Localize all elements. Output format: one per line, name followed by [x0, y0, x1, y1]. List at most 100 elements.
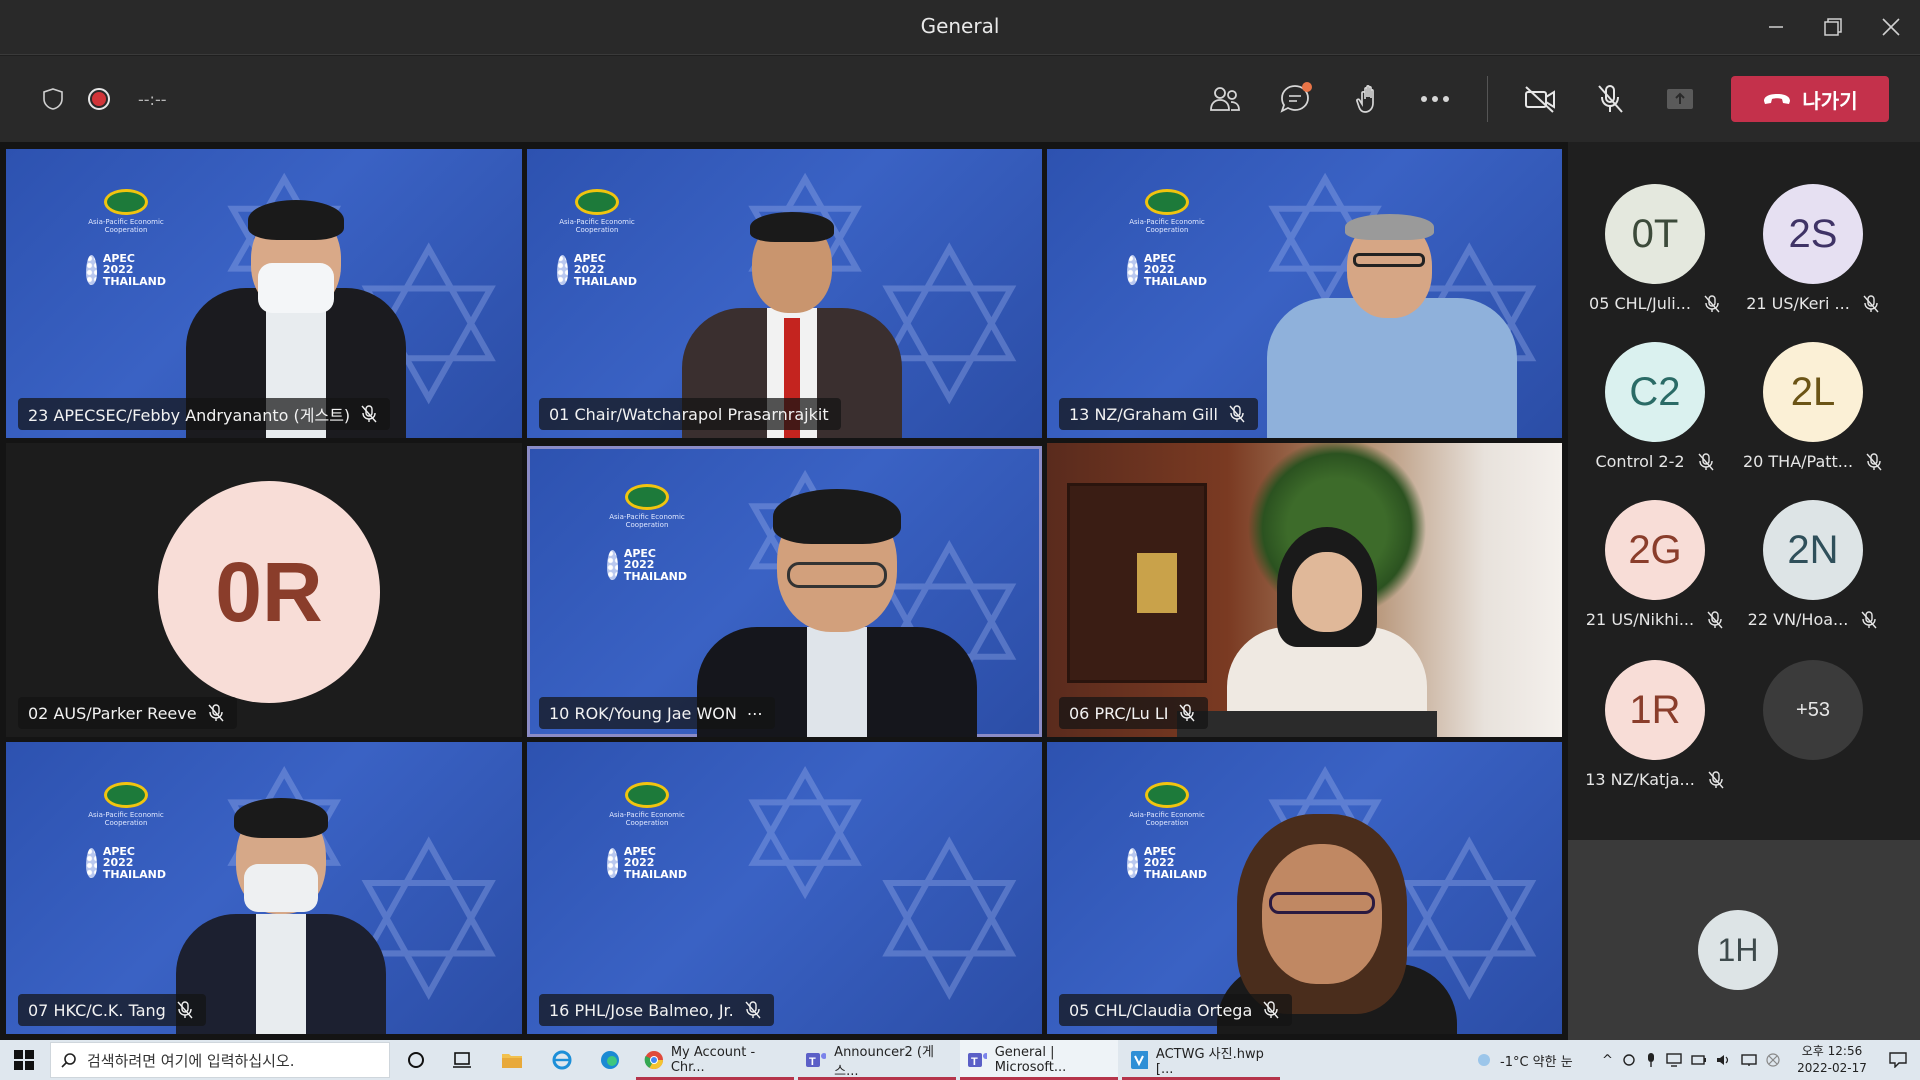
mic-off-icon	[361, 405, 377, 423]
windows-logo-icon	[14, 1050, 34, 1070]
participant-name-label: 05 CHL/Claudia Ortega	[1059, 994, 1293, 1026]
apec-logo: Asia-Pacific Economic Cooperation APEC 2…	[607, 782, 687, 880]
mic-off-icon	[1704, 294, 1720, 312]
mic-off-icon	[1707, 610, 1723, 628]
taskbar-app-chrome[interactable]: My Account - Chr...	[636, 1040, 794, 1080]
apec-logo: Asia-Pacific Economic Cooperation APEC 2…	[557, 189, 637, 287]
apec-logo: Asia-Pacific Economic Cooperation APEC 2…	[1127, 782, 1207, 880]
video-tile[interactable]: Asia-Pacific Economic Cooperation APEC 2…	[6, 149, 522, 438]
hwp-document-icon	[1131, 1051, 1148, 1069]
roster-participant[interactable]: 2L 20 THA/Patt...	[1738, 342, 1888, 471]
start-button[interactable]	[2, 1040, 46, 1080]
participant-avatar: 1R	[1605, 660, 1705, 760]
participant-roster: 0T 05 CHL/Juli... 2S 21 US/Keri ... C2 C…	[1568, 142, 1920, 1040]
participant-more-options-button[interactable]: ⋯	[747, 704, 763, 723]
taskbar-app-hwp[interactable]: ACTWG 사진.hwp [...	[1122, 1040, 1280, 1080]
participant-video	[1217, 507, 1437, 737]
window-title: General	[920, 14, 1000, 38]
mic-off-icon	[208, 704, 224, 722]
folder-icon	[502, 1054, 522, 1068]
taskbar-app-teams-general[interactable]: T General | Microsoft...	[960, 1040, 1118, 1080]
video-tile[interactable]: Asia-Pacific Economic Cooperation APEC 2…	[527, 149, 1042, 438]
self-avatar: 1H	[1698, 910, 1778, 990]
teams-icon: T	[806, 1053, 827, 1068]
roster-participant[interactable]: C2 Control 2-2	[1580, 342, 1730, 471]
roster-participant[interactable]: 0T 05 CHL/Juli...	[1580, 184, 1730, 313]
minimize-icon	[1769, 26, 1783, 28]
mic-toggle-button[interactable]	[1592, 82, 1628, 116]
apec-logo: Asia-Pacific Economic Cooperation APEC 2…	[86, 782, 166, 880]
more-actions-button[interactable]	[1418, 82, 1452, 116]
participant-avatar: 2G	[1605, 500, 1705, 600]
taskbar-app-teams-announcer[interactable]: T Announcer2 (게스...	[798, 1040, 956, 1080]
leave-label: 나가기	[1802, 88, 1858, 113]
weather-snow-icon	[1478, 1054, 1490, 1066]
raise-hand-button[interactable]	[1348, 82, 1382, 116]
leave-button[interactable]: 나가기	[1731, 76, 1889, 122]
shield-icon	[43, 88, 63, 110]
cortana-button[interactable]	[394, 1040, 438, 1080]
participant-name-label: 02 AUS/Parker Reeve	[18, 697, 237, 729]
network-icon[interactable]	[1741, 1053, 1757, 1067]
display-icon[interactable]	[1666, 1053, 1682, 1067]
restore-icon	[1824, 18, 1842, 36]
more-icon	[1421, 96, 1449, 102]
self-preview-tile[interactable]: 1H	[1568, 840, 1920, 1040]
award-plaque	[1137, 553, 1177, 613]
participants-button[interactable]	[1208, 82, 1242, 116]
roster-participant[interactable]: 1R 13 NZ/Katja...	[1580, 660, 1730, 789]
video-tile[interactable]: Asia-Pacific Economic Cooperation APEC 2…	[1047, 742, 1562, 1034]
file-explorer-button[interactable]	[490, 1040, 534, 1080]
language-icon[interactable]	[1766, 1053, 1780, 1067]
meet-now-icon[interactable]	[1622, 1053, 1636, 1067]
chevron-up-icon[interactable]: ^	[1602, 1053, 1613, 1068]
mic-off-icon	[1698, 452, 1714, 470]
task-view-icon	[453, 1052, 471, 1068]
chrome-icon	[644, 1051, 663, 1070]
video-tile[interactable]: Asia-Pacific Economic Cooperation APEC 2…	[6, 742, 522, 1034]
mic-off-icon	[745, 1001, 761, 1019]
chat-button[interactable]	[1278, 82, 1312, 116]
security-shield-button[interactable]	[40, 86, 66, 112]
video-tile[interactable]: 06 PRC/Lu LI	[1047, 443, 1562, 737]
edge-browser-button[interactable]	[588, 1040, 632, 1080]
close-button[interactable]	[1868, 8, 1914, 46]
mic-off-icon	[177, 1001, 193, 1019]
ie-browser-button[interactable]	[540, 1040, 584, 1080]
camera-off-icon	[1525, 86, 1555, 113]
battery-icon[interactable]	[1691, 1053, 1707, 1067]
more-participants-count[interactable]: +53	[1763, 660, 1863, 760]
notification-center-button[interactable]	[1876, 1040, 1920, 1080]
task-view-button[interactable]	[440, 1040, 484, 1080]
system-tray: -1°C 약한 눈	[1476, 1040, 1573, 1080]
video-tile[interactable]: Asia-Pacific Economic Cooperation APEC 2…	[1047, 149, 1562, 438]
roster-participant[interactable]: 2G 21 US/Nikhi...	[1580, 500, 1730, 629]
title-bar: General	[0, 0, 1920, 55]
participant-avatar: 2L	[1763, 342, 1863, 442]
video-tile[interactable]: Asia-Pacific Economic Cooperation APEC 2…	[527, 742, 1042, 1034]
mic-off-icon	[1263, 1001, 1279, 1019]
tray-icons: ^	[1602, 1040, 1780, 1080]
notification-icon	[1889, 1052, 1907, 1068]
mic-off-icon	[1863, 294, 1879, 312]
weather-text[interactable]: -1°C 약한 눈	[1500, 1051, 1573, 1070]
speaker-icon[interactable]	[1716, 1053, 1732, 1067]
microphone-icon[interactable]	[1645, 1052, 1657, 1068]
mic-off-icon	[1866, 452, 1882, 470]
video-tile-active-speaker[interactable]: Asia-Pacific Economic Cooperation APEC 2…	[527, 446, 1042, 737]
roster-participant[interactable]: 2N 22 VN/Hoa...	[1738, 500, 1888, 629]
share-screen-button[interactable]	[1662, 82, 1698, 116]
roster-participant[interactable]: 2S 21 US/Keri ...	[1738, 184, 1888, 313]
apec-logo: Asia-Pacific Economic Cooperation APEC 2…	[86, 189, 166, 287]
show-more-participants-button[interactable]: +53	[1738, 660, 1888, 760]
video-tile[interactable]: 0R 02 AUS/Parker Reeve	[6, 443, 522, 737]
taskbar-clock[interactable]: 오후 12:56 2022-02-17	[1792, 1043, 1872, 1077]
participant-avatar: 0T	[1605, 184, 1705, 284]
toolbar-divider	[1487, 76, 1488, 122]
cortana-circle-icon	[408, 1052, 424, 1068]
camera-toggle-button[interactable]	[1522, 82, 1558, 116]
minimize-button[interactable]	[1753, 8, 1799, 46]
restore-button[interactable]	[1810, 8, 1856, 46]
taskbar-search-input[interactable]: 검색하려면 여기에 입력하십시오.	[50, 1042, 390, 1078]
participant-name-label: 10 ROK/Young Jae WON ⋯	[539, 697, 775, 729]
